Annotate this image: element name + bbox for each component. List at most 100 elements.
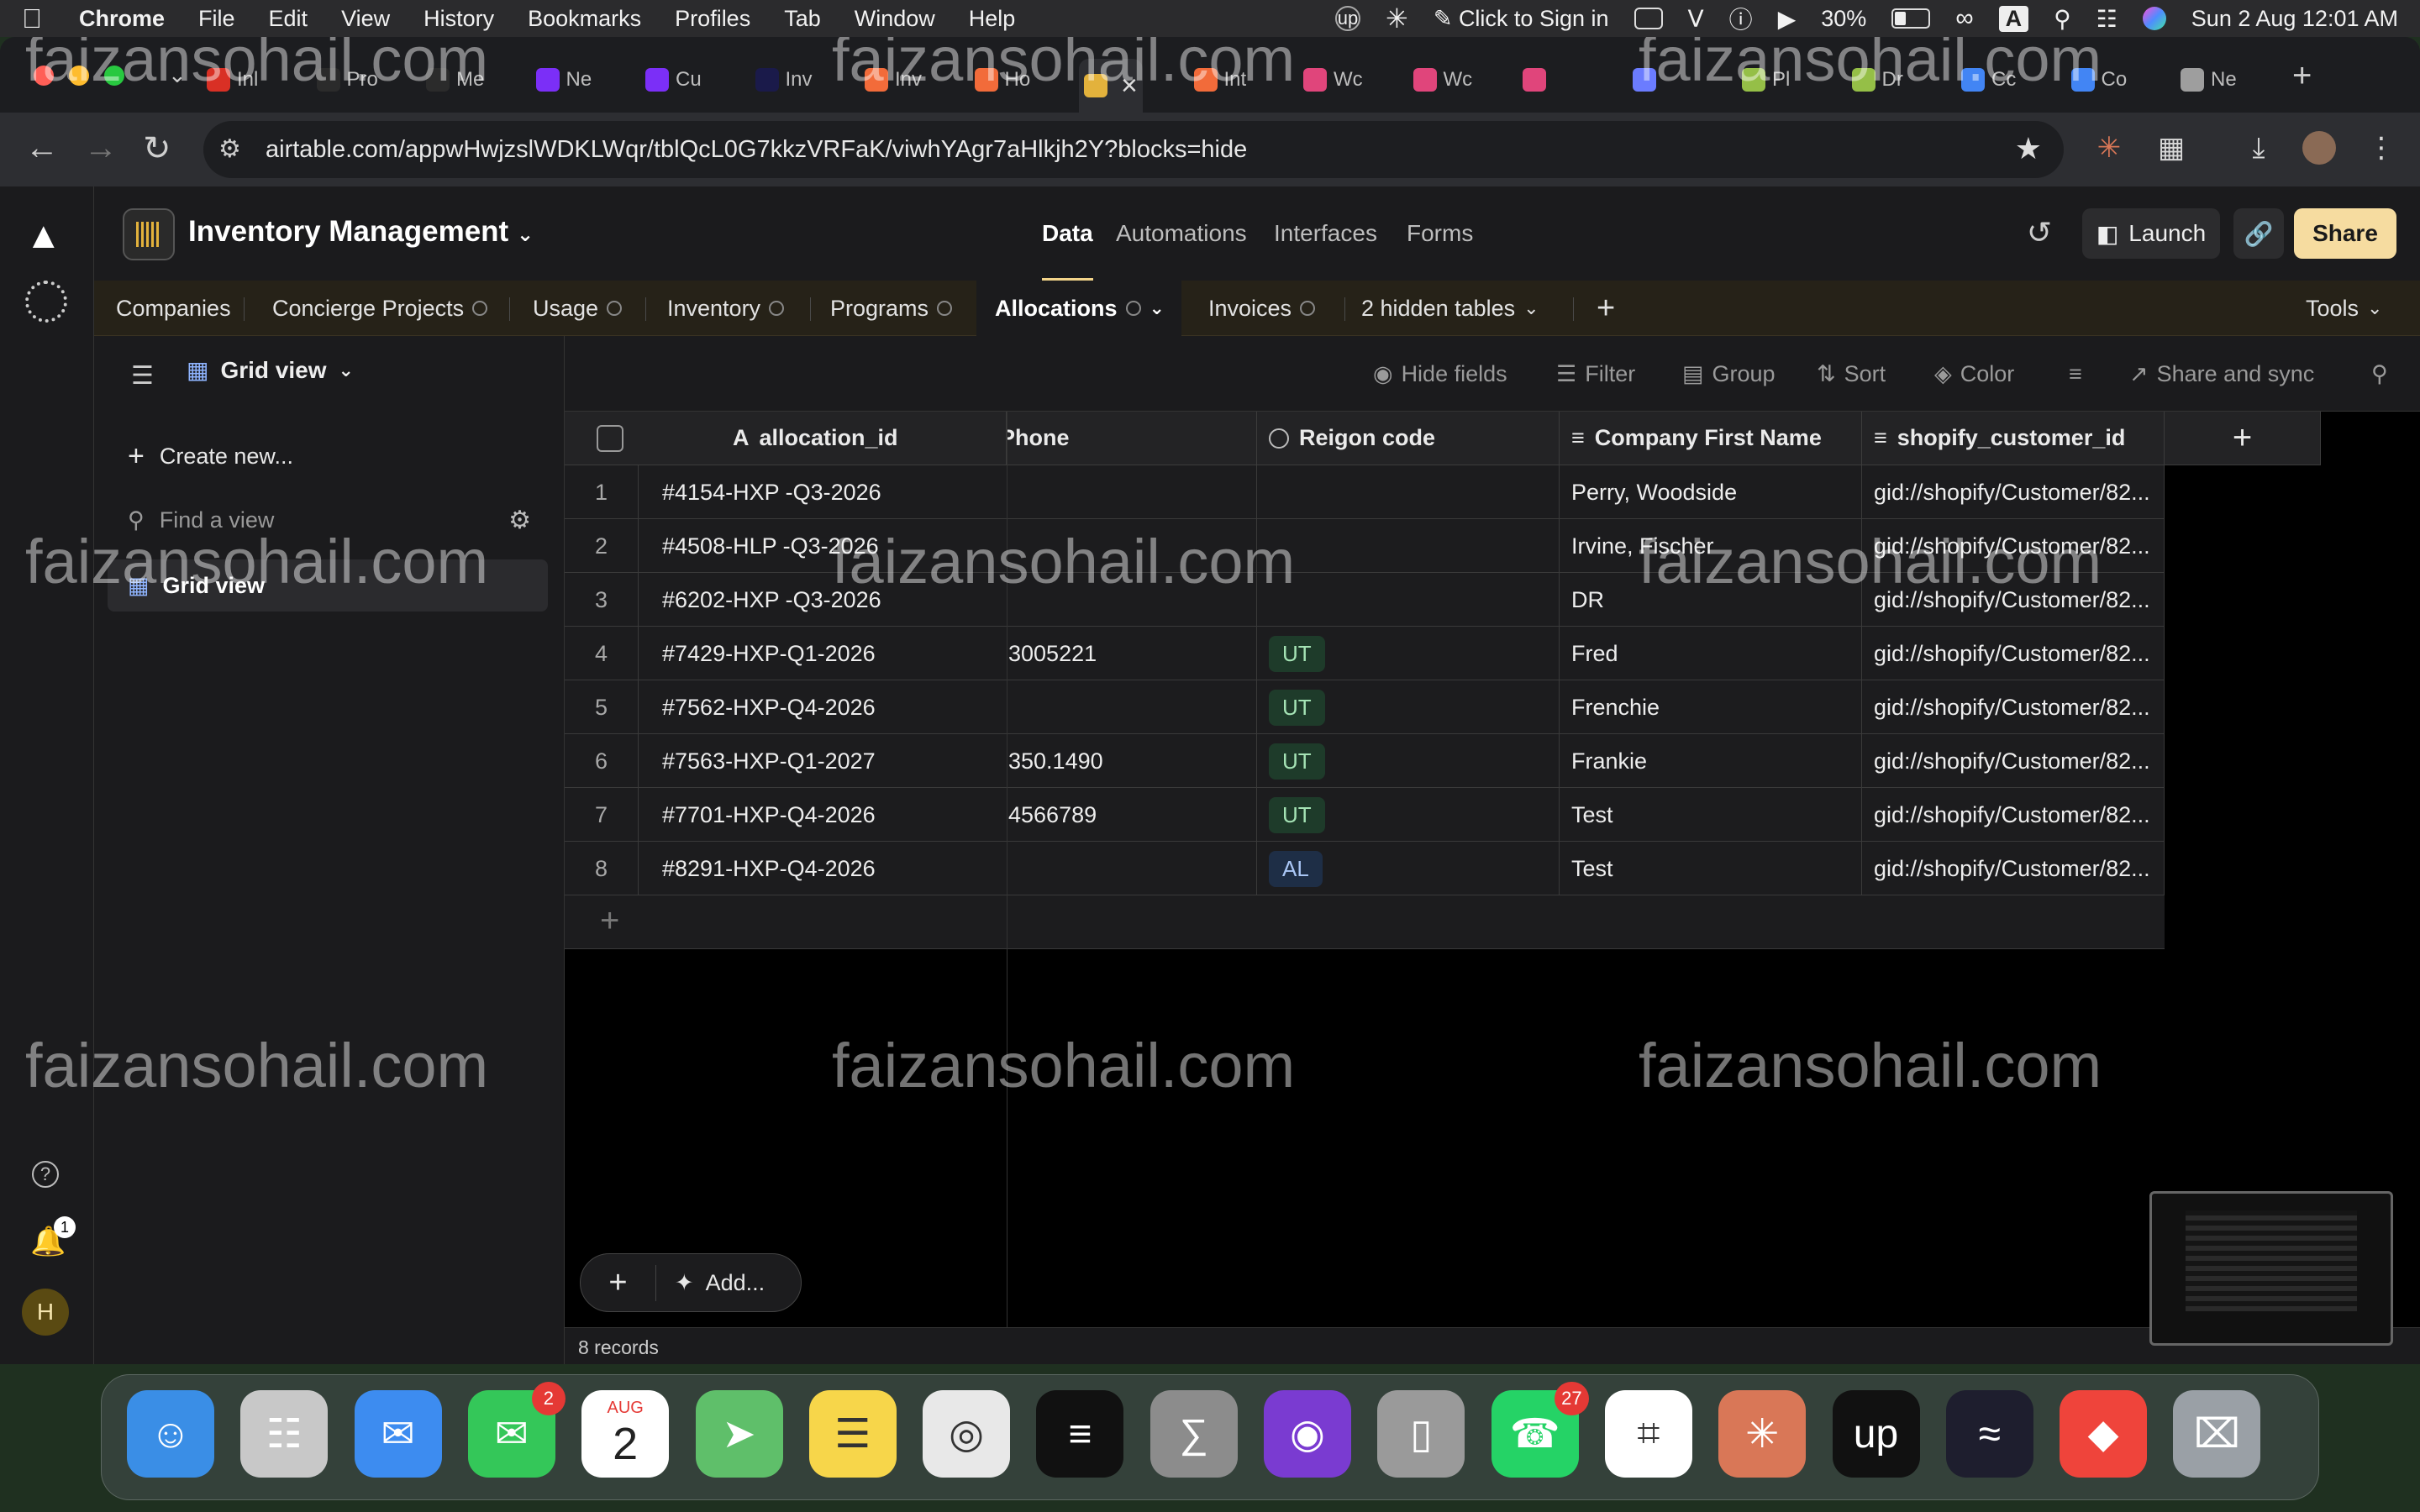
add-table-button[interactable]: + xyxy=(1597,281,1615,336)
cell-company-first-name[interactable]: Test xyxy=(1560,788,1862,842)
column-header-company-first-name[interactable]: ≡ Company First Name xyxy=(1560,412,1862,465)
nav-interfaces[interactable]: Interfaces xyxy=(1274,220,1377,247)
cell-allocation-id[interactable]: #7701-HXP-Q4-2026 xyxy=(639,788,1007,842)
claude-status-icon[interactable]: ✳ xyxy=(1386,3,1408,34)
airtable-logo-icon[interactable]: ▲ xyxy=(25,215,62,257)
cell-allocation-id[interactable]: #8291-HXP-Q4-2026 xyxy=(639,842,1007,895)
row-number[interactable]: 7 xyxy=(565,788,639,842)
add-field-button[interactable]: + xyxy=(2165,412,2321,465)
hide-fields-button[interactable]: ◉ Hide fields xyxy=(1373,361,1507,387)
table-row[interactable]: 3 #6202-HXP -Q3-2026 DR gid://shopify/Custo… xyxy=(565,573,2165,627)
table-row[interactable]: 1 #4154-HXP -Q3-2026 Perry, Woodside gid://… xyxy=(565,465,2165,519)
table-tab-programs[interactable]: Programs xyxy=(830,281,953,336)
cell-region-code[interactable]: UT xyxy=(1257,788,1560,842)
launch-button[interactable]: ◧ Launch xyxy=(2082,208,2220,259)
cell-phone[interactable]: 4566789 xyxy=(1007,788,1257,842)
browser-tab[interactable]: Cc xyxy=(1956,59,2021,101)
browser-tab[interactable]: Ne xyxy=(2175,59,2242,101)
iphone-mirroring-dock-icon[interactable]: ▯ xyxy=(1377,1390,1465,1478)
cell-allocation-id[interactable]: #6202-HXP -Q3-2026 xyxy=(639,573,1007,627)
upwork-dock-icon[interactable]: up xyxy=(1832,1390,1920,1478)
apple-icon[interactable]:  xyxy=(22,3,42,34)
link-icon[interactable]: ∞ xyxy=(1955,4,1973,33)
siri-icon[interactable] xyxy=(2142,7,2166,30)
back-button[interactable]: ← xyxy=(25,129,59,167)
upwork-status-icon[interactable]: up xyxy=(1335,6,1360,31)
notes-dock-icon[interactable]: ☰ xyxy=(808,1390,897,1478)
display-icon[interactable] xyxy=(1634,8,1663,29)
account-avatar[interactable]: H xyxy=(22,1289,69,1336)
tab-search-chevron-icon[interactable]: ⌄ xyxy=(168,62,187,88)
cell-company-first-name[interactable]: Test xyxy=(1560,842,1862,895)
sort-button[interactable]: ⇅ Sort xyxy=(1817,361,1886,387)
browser-tab[interactable] xyxy=(1518,59,1558,101)
finder-dock-icon[interactable]: ☺ xyxy=(127,1390,214,1478)
table-row[interactable]: 7 #7701-HXP-Q4-2026 4566789 UT Test gid://sho… xyxy=(565,788,2165,842)
reload-button[interactable]: ↻ xyxy=(143,129,171,168)
cell-phone[interactable]: 350.1490 xyxy=(1007,734,1257,788)
browser-tab[interactable]: Pro xyxy=(312,59,383,101)
menu-app-chrome[interactable]: Chrome xyxy=(79,6,165,32)
find-view-field[interactable]: ⚲ Find a view ⚙ xyxy=(128,499,531,541)
anydesk-dock-icon[interactable]: ◆ xyxy=(2060,1390,2148,1478)
browser-tab[interactable]: Co xyxy=(2066,59,2133,101)
close-tab-icon[interactable]: × xyxy=(1121,70,1138,102)
group-button[interactable]: ▤ Group xyxy=(1682,361,1776,387)
cell-shopify-customer-id[interactable]: gid://shopify/Customer/82... xyxy=(1862,519,2165,573)
row-number[interactable]: 1 xyxy=(565,465,639,519)
cell-allocation-id[interactable]: #7562-HXP-Q4-2026 xyxy=(639,680,1007,734)
cell-company-first-name[interactable]: Perry, Woodside xyxy=(1560,465,1862,519)
column-header-phone[interactable]: Phone xyxy=(1007,412,1257,465)
row-number[interactable]: 8 xyxy=(565,842,639,895)
slack-dock-icon[interactable]: ⌗ xyxy=(1604,1390,1692,1478)
base-icon[interactable] xyxy=(123,208,175,260)
bluetooth-icon[interactable]: ᐯ xyxy=(1688,5,1704,33)
maps-dock-icon[interactable]: ➤ xyxy=(695,1390,783,1478)
cell-phone[interactable]: 3005221 xyxy=(1007,627,1257,680)
whatsapp-dock-icon[interactable]: ☎ 27 xyxy=(1491,1382,1589,1478)
chrome-menu-icon[interactable]: ⋮ xyxy=(2365,131,2398,165)
row-number[interactable]: 2 xyxy=(565,519,639,573)
column-header-allocation-id[interactable]: A allocation_id xyxy=(565,412,1007,465)
mail-dock-icon[interactable]: ✉ xyxy=(354,1390,442,1478)
cell-phone[interactable] xyxy=(1007,842,1257,895)
cell-shopify-customer-id[interactable]: gid://shopify/Customer/82... xyxy=(1862,573,2165,627)
browser-tab[interactable]: Int xyxy=(1189,59,1252,101)
cell-region-code[interactable]: UT xyxy=(1257,680,1560,734)
cell-region-code[interactable]: UT xyxy=(1257,734,1560,788)
menu-file[interactable]: File xyxy=(198,6,235,32)
menu-history[interactable]: History xyxy=(424,6,494,32)
browser-tab[interactable]: Inv xyxy=(860,59,927,101)
create-new-view-button[interactable]: + Create new... xyxy=(128,440,293,473)
cell-allocation-id[interactable]: #4154-HXP -Q3-2026 xyxy=(639,465,1007,519)
menu-view[interactable]: View xyxy=(341,6,390,32)
table-row[interactable]: 4 #7429-HXP-Q1-2026 3005221 UT Fred gid://sho… xyxy=(565,627,2165,680)
cell-shopify-customer-id[interactable]: gid://shopify/Customer/82... xyxy=(1862,627,2165,680)
accessibility-icon[interactable]: ⓘ xyxy=(1729,2,1753,35)
spotlight-search-icon[interactable]: ⚲ xyxy=(2054,5,2071,33)
browser-tab[interactable]: Ne xyxy=(531,59,597,101)
column-header-shopify-customer-id[interactable]: ≡ shopify_customer_id xyxy=(1862,412,2165,465)
minimize-window-button[interactable] xyxy=(69,66,89,86)
cell-region-code[interactable] xyxy=(1257,519,1560,573)
add-record-row[interactable]: + xyxy=(565,895,2165,949)
cell-region-code[interactable] xyxy=(1257,465,1560,519)
site-settings-icon[interactable]: ⚙ xyxy=(218,134,241,164)
cell-phone[interactable] xyxy=(1007,573,1257,627)
nav-data[interactable]: Data xyxy=(1042,220,1093,281)
filter-button[interactable]: ☰ Filter xyxy=(1556,361,1635,387)
browser-tab[interactable] xyxy=(1628,59,1668,101)
close-window-button[interactable] xyxy=(34,66,54,86)
browser-tab[interactable]: Ho xyxy=(970,59,1036,101)
browser-tab[interactable]: Inl xyxy=(202,59,263,101)
cell-shopify-customer-id[interactable]: gid://shopify/Customer/82... xyxy=(1862,788,2165,842)
menu-window[interactable]: Window xyxy=(855,6,935,32)
battery-icon[interactable] xyxy=(1891,8,1931,29)
calculator-dock-icon[interactable]: ∑ xyxy=(1150,1390,1238,1478)
omni-icon[interactable] xyxy=(25,281,67,323)
cell-region-code[interactable]: UT xyxy=(1257,627,1560,680)
cell-shopify-customer-id[interactable]: gid://shopify/Customer/82... xyxy=(1862,734,2165,788)
zoom-window-button[interactable] xyxy=(104,66,124,86)
firefox-dock-icon[interactable]: ◉ xyxy=(1264,1390,1351,1478)
table-tab-invoices[interactable]: Invoices xyxy=(1208,281,1316,336)
